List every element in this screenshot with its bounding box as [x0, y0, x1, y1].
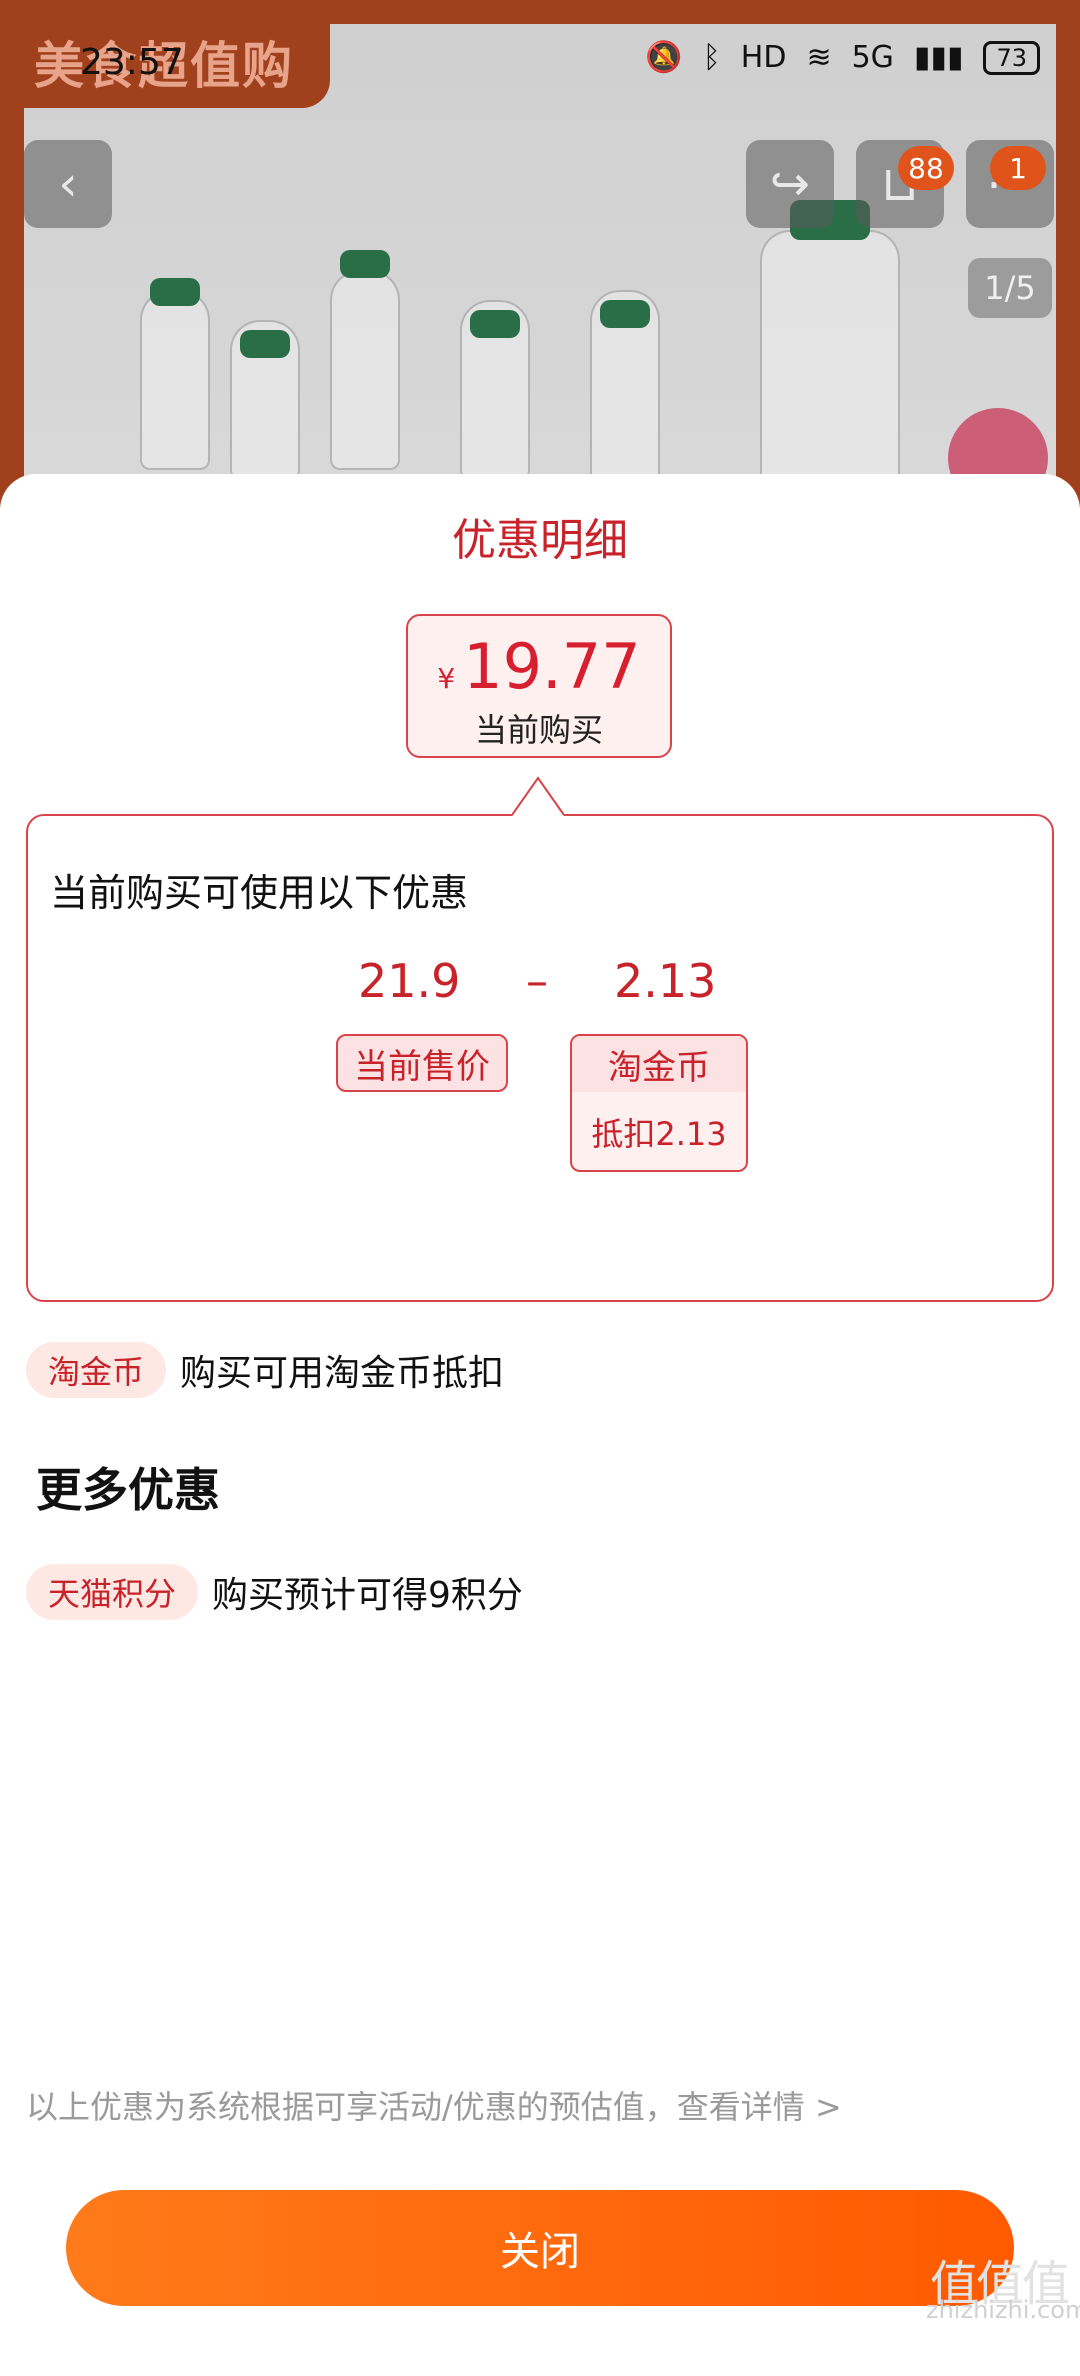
bottle-shape	[140, 290, 210, 470]
frame-right	[1056, 0, 1080, 520]
status-time: 23:57	[80, 42, 184, 83]
detail-heading: 当前购买可使用以下优惠	[50, 871, 469, 915]
bottle-cap	[150, 278, 200, 306]
more-discounts-title: 更多优惠	[36, 1463, 220, 1517]
coin-row: 淘金币 购买可用淘金币抵扣	[26, 1342, 504, 1398]
current-price-label: 当前购买	[474, 711, 603, 749]
coin-tag-title: 淘金币	[572, 1036, 746, 1092]
current-price-box: ¥ 19.77 当前购买	[406, 614, 672, 758]
network-label: 5G	[851, 40, 894, 75]
bottle-cap	[600, 300, 650, 328]
cart-badge: 88	[898, 146, 954, 190]
points-row: 天猫积分 购买预计可得9积分	[26, 1564, 523, 1620]
minus-operator: –	[526, 956, 548, 1007]
callout-arrow	[512, 776, 564, 816]
original-price-amount: 21.9	[358, 954, 461, 1008]
image-pager: 1/5	[968, 258, 1052, 318]
coin-discount-tag: 淘金币 抵扣2.13	[570, 1034, 748, 1172]
discount-detail-box: 当前购买可使用以下优惠 21.9 – 2.13 当前售价 淘金币 抵扣2.13	[26, 814, 1054, 1302]
bluetooth-icon: ᛒ	[702, 40, 721, 75]
sale-price-tag: 当前售价	[336, 1034, 508, 1092]
price-row: ¥ 19.77	[408, 630, 670, 703]
battery-icon: 73	[983, 40, 1040, 75]
watermark-text: zhizhizhi.com	[926, 2296, 1080, 2324]
back-button[interactable]: ‹	[24, 140, 112, 228]
share-button[interactable]: ↪	[746, 140, 834, 228]
close-button[interactable]: 关闭	[66, 2190, 1014, 2306]
sheet-title: 优惠明细	[452, 515, 628, 566]
signal-icon: ▮▮▮	[913, 40, 964, 75]
discount-detail-sheet: 优惠明细 ¥ 19.77 当前购买 当前购买可使用以下优惠 21.9 – 2.1…	[0, 474, 1080, 2376]
share-icon: ↪	[769, 156, 811, 212]
bottle-cap	[470, 310, 520, 338]
current-price: 19.77	[463, 630, 641, 703]
mute-icon: 🔕	[645, 40, 683, 75]
bottle-cap	[340, 250, 390, 278]
currency-symbol: ¥	[437, 662, 456, 695]
bottle-shape	[330, 270, 400, 470]
bottle-cap	[240, 330, 290, 358]
more-badge: 1	[990, 146, 1046, 190]
details-link[interactable]: 以上优惠为系统根据可享活动/优惠的预估值，查看详情 >	[26, 2082, 842, 2128]
hd-icon: HD	[740, 40, 787, 75]
wifi-icon: ≋	[806, 40, 832, 75]
chevron-left-icon: ‹	[58, 156, 78, 212]
coin-discount-amount: 2.13	[614, 954, 717, 1008]
coin-pill: 淘金币	[26, 1342, 167, 1398]
coin-tag-desc: 抵扣2.13	[591, 1115, 727, 1153]
points-row-text: 购买预计可得9积分	[212, 1575, 523, 1616]
status-bar-icons: 🔕 ᛒ HD ≋ 5G ▮▮▮ 73	[645, 40, 1040, 75]
points-pill: 天猫积分	[26, 1564, 199, 1620]
coin-row-text: 购买可用淘金币抵扣	[180, 1353, 505, 1394]
